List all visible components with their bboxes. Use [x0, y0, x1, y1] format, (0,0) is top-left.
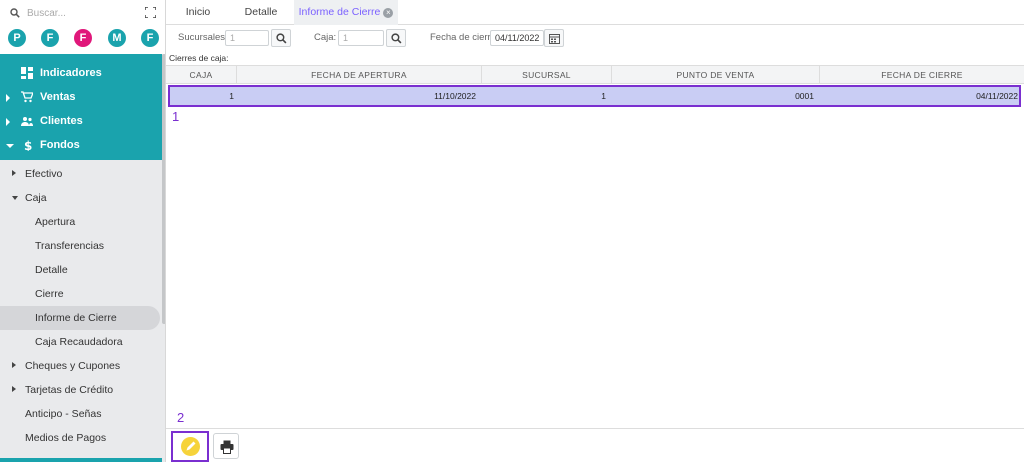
sidebar-item-medios-de-pagos[interactable]: Medios de Pagos — [0, 426, 162, 450]
sidebar-item-indicadores[interactable]: Indicadores — [0, 62, 162, 86]
sidebar-item-label: Detalle — [35, 264, 68, 276]
sucursales-label: Sucursales — [178, 32, 225, 43]
search-icon — [276, 33, 287, 44]
sidebar-item-detalle[interactable]: Detalle — [0, 258, 162, 282]
fullscreen-icon[interactable] — [145, 7, 156, 18]
edit-button[interactable] — [181, 437, 200, 456]
sidebar-item-caja-recaudadora[interactable]: Caja Recaudadora — [0, 330, 162, 354]
user-avatars: P F F M F — [8, 29, 160, 47]
chevron-down-icon — [12, 196, 18, 200]
avatar[interactable]: P — [8, 29, 26, 47]
column-header-fecha-apertura[interactable]: FECHA DE APERTURA — [237, 66, 482, 84]
sidebar-item-transferencias[interactable]: Transferencias — [0, 234, 162, 258]
sidebar-item-label: Medios de Pagos — [25, 432, 107, 444]
search-icon — [391, 33, 402, 44]
chevron-down-icon — [6, 144, 14, 148]
cart-icon — [21, 91, 33, 103]
annotation-2: 2 — [177, 410, 185, 425]
column-header-caja[interactable]: CAJA — [166, 66, 237, 84]
sidebar-item-label: Clientes — [40, 115, 83, 127]
bottom-toolbar — [166, 428, 1024, 462]
close-icon[interactable]: × — [383, 8, 394, 18]
cell-punto-de-venta: 0001 — [795, 91, 814, 101]
sidebar-header: Buscar... P F F M F — [0, 0, 165, 54]
dollar-icon: $ — [24, 139, 32, 151]
sidebar-item-label: Anticipo - Señas — [25, 408, 102, 420]
sidebar-footer-bar — [0, 458, 162, 462]
sucursales-input[interactable]: 1 — [225, 30, 269, 46]
calendar-icon — [549, 34, 560, 44]
sidebar-item-efectivo[interactable]: Efectivo — [0, 162, 162, 186]
column-header-punto-de-venta[interactable]: PUNTO DE VENTA — [612, 66, 820, 84]
search-icon — [10, 8, 20, 18]
sidebar-item-fondos[interactable]: $ Fondos — [0, 134, 162, 158]
sidebar-item-label: Cheques y Cupones — [25, 360, 121, 372]
edit-button-highlight — [171, 431, 209, 462]
column-header-fecha-cierre[interactable]: FECHA DE CIERRE — [820, 66, 1024, 84]
svg-text:$: $ — [24, 139, 32, 151]
sidebar-item-label: Caja Recaudadora — [35, 336, 123, 348]
search-placeholder: Buscar... — [27, 8, 66, 19]
cell-fecha-apertura: 11/10/2022 — [434, 91, 476, 101]
sidebar-item-apertura[interactable]: Apertura — [0, 210, 162, 234]
sidebar-item-cierre[interactable]: Cierre — [0, 282, 162, 306]
sidebar-item-tarjetas-de-credito[interactable]: Tarjetas de Crédito — [0, 378, 162, 402]
sidebar: Buscar... P F F M F Indicadores Ventas C… — [0, 0, 166, 462]
dashboard-icon — [21, 67, 33, 79]
avatar[interactable]: M — [108, 29, 126, 47]
calendar-button[interactable] — [544, 29, 564, 47]
sucursales-search-button[interactable] — [271, 29, 291, 47]
printer-icon — [220, 440, 234, 454]
sidebar-item-label: Tarjetas de Crédito — [25, 384, 114, 396]
table-row[interactable]: 1 11/10/2022 1 0001 04/11/2022 — [168, 85, 1021, 107]
avatar[interactable]: F — [141, 29, 159, 47]
caja-label: Caja: — [314, 32, 337, 43]
cell-caja: 1 — [229, 91, 234, 101]
chevron-right-icon — [12, 362, 16, 368]
chevron-right-icon — [12, 386, 16, 392]
sidebar-item-label: Fondos — [40, 139, 80, 151]
sidebar-scrollbar[interactable] — [162, 54, 165, 324]
sidebar-item-label: Informe de Cierre — [35, 312, 117, 324]
annotation-1: 1 — [172, 109, 180, 124]
tab-detalle[interactable]: Detalle — [230, 0, 292, 25]
tab-informe-de-cierre[interactable]: Informe de Cierre × — [294, 0, 398, 25]
sidebar-item-anticipo-senas[interactable]: Anticipo - Señas — [0, 402, 162, 426]
sidebar-item-cheques-y-cupones[interactable]: Cheques y Cupones — [0, 354, 162, 378]
table-header: CAJA FECHA DE APERTURA SUCURSAL PUNTO DE… — [166, 65, 1024, 84]
grid-caption: Cierres de caja: — [169, 53, 229, 63]
tab-bar: Inicio Detalle Informe de Cierre × — [166, 0, 1024, 25]
caja-input[interactable]: 1 — [338, 30, 384, 46]
avatar[interactable]: F — [41, 29, 59, 47]
sidebar-item-label: Efectivo — [25, 168, 63, 180]
sidebar-search[interactable]: Buscar... — [10, 6, 156, 22]
avatar[interactable]: F — [74, 29, 92, 47]
tab-inicio[interactable]: Inicio — [166, 0, 230, 25]
cell-sucursal: 1 — [601, 91, 606, 101]
sidebar-item-label: Transferencias — [35, 240, 105, 252]
filter-bar: Sucursales 1 Caja: 1 Fecha de cierre 04/… — [166, 26, 1024, 52]
sidebar-item-label: Indicadores — [40, 67, 102, 79]
sidebar-item-label: Caja — [25, 192, 47, 204]
sidebar-item-clientes[interactable]: Clientes — [0, 110, 162, 134]
sidebar-item-label: Apertura — [35, 216, 76, 228]
main-menu: Indicadores Ventas Clientes $ Fondos — [0, 54, 162, 160]
sidebar-item-label: Ventas — [40, 91, 76, 103]
cell-fecha-cierre: 04/11/2022 — [976, 91, 1018, 101]
pencil-icon — [186, 441, 196, 451]
caja-search-button[interactable] — [386, 29, 406, 47]
users-icon — [21, 117, 33, 126]
sidebar-item-caja[interactable]: Caja — [0, 186, 162, 210]
column-header-sucursal[interactable]: SUCURSAL — [482, 66, 612, 84]
fecha-cierre-label: Fecha de cierre — [430, 32, 497, 43]
sidebar-item-informe-de-cierre[interactable]: Informe de Cierre — [0, 306, 160, 330]
chevron-right-icon — [6, 118, 10, 126]
fecha-cierre-input[interactable]: 04/11/2022 — [490, 30, 544, 46]
sidebar-item-label: Cierre — [35, 288, 64, 300]
chevron-right-icon — [12, 170, 16, 176]
sidebar-item-ventas[interactable]: Ventas — [0, 86, 162, 110]
chevron-right-icon — [6, 94, 10, 102]
print-button[interactable] — [213, 433, 239, 459]
